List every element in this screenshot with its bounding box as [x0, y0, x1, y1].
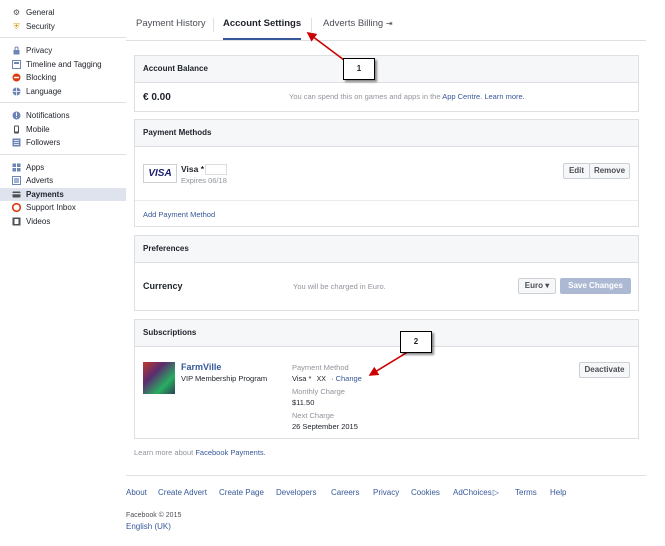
- sidebar-item-blocking[interactable]: Blocking: [0, 71, 126, 85]
- sidebar-item-general[interactable]: ⚙ General: [0, 6, 126, 20]
- annotation-arrows: [306, 32, 412, 376]
- gear-icon: ⚙: [12, 8, 21, 18]
- annotation-callout-1: 1: [343, 58, 375, 80]
- language-link[interactable]: English (UK): [126, 522, 171, 531]
- copyright: Facebook © 2015: [126, 512, 182, 519]
- sidebar-item-language[interactable]: Language: [0, 85, 126, 99]
- footer-link-about[interactable]: About: [126, 488, 147, 497]
- mobile-icon: [12, 125, 21, 134]
- footer-link-cookies[interactable]: Cookies: [411, 488, 440, 497]
- sidebar-group-notifications: Notifications Mobile Followers: [0, 103, 126, 155]
- footer: About Create Advert Create Page Develope…: [126, 475, 646, 531]
- footer-link-help[interactable]: Help: [550, 488, 566, 497]
- sidebar-item-adverts[interactable]: Adverts: [0, 174, 126, 188]
- footer-link-careers[interactable]: Careers: [331, 488, 359, 497]
- annotation-arrow-2: [368, 349, 412, 376]
- adverts-icon: [12, 176, 21, 186]
- timeline-icon: [12, 59, 21, 69]
- apps-icon: [12, 163, 21, 172]
- sidebar-item-videos[interactable]: Videos: [0, 215, 126, 229]
- footer-link-developers[interactable]: Developers: [276, 488, 316, 497]
- lock-icon: [12, 46, 21, 55]
- footer-link-create-page[interactable]: Create Page: [219, 488, 264, 497]
- main-content: Payment History Account Settings Adverts…: [126, 0, 665, 546]
- footer-link-adchoices[interactable]: AdChoices▷: [453, 488, 499, 497]
- sidebar-group-account: ⚙ General ⛨ Security: [0, 0, 126, 38]
- globe-icon: [12, 87, 21, 96]
- footer-link-terms[interactable]: Terms: [515, 488, 537, 497]
- settings-sidebar: ⚙ General ⛨ Security Privacy Timeline and …: [0, 0, 126, 546]
- sidebar-item-mobile[interactable]: Mobile: [0, 123, 126, 137]
- blocking-icon: [12, 73, 21, 82]
- sidebar-group-privacy: Privacy Timeline and Tagging Blocking La…: [0, 38, 126, 103]
- payments-icon: [12, 190, 21, 199]
- sidebar-item-privacy[interactable]: Privacy: [0, 44, 126, 58]
- sidebar-item-payments[interactable]: Payments: [0, 187, 126, 201]
- sidebar-item-notifications[interactable]: Notifications: [0, 109, 126, 123]
- sidebar-item-followers[interactable]: Followers: [0, 136, 126, 150]
- support-inbox-icon: [12, 203, 21, 213]
- shield-icon: ⛨: [13, 21, 20, 31]
- followers-icon: [12, 138, 21, 147]
- sidebar-item-apps[interactable]: Apps: [0, 161, 126, 175]
- sidebar-item-timeline[interactable]: Timeline and Tagging: [0, 58, 126, 72]
- adchoices-icon: ▷: [492, 488, 499, 497]
- sidebar-item-support-inbox[interactable]: Support Inbox: [0, 201, 126, 215]
- footer-link-privacy[interactable]: Privacy: [373, 488, 399, 497]
- sidebar-group-apps: Apps Adverts Payments Support Inbox Vide…: [0, 155, 126, 233]
- sidebar-item-security[interactable]: ⛨ Security: [0, 20, 126, 34]
- annotation-arrow-1: [306, 32, 345, 61]
- annotation-callout-2: 2: [400, 331, 432, 353]
- videos-icon: [12, 217, 21, 226]
- footer-link-create-advert[interactable]: Create Advert: [158, 488, 207, 497]
- notifications-icon: [12, 111, 21, 120]
